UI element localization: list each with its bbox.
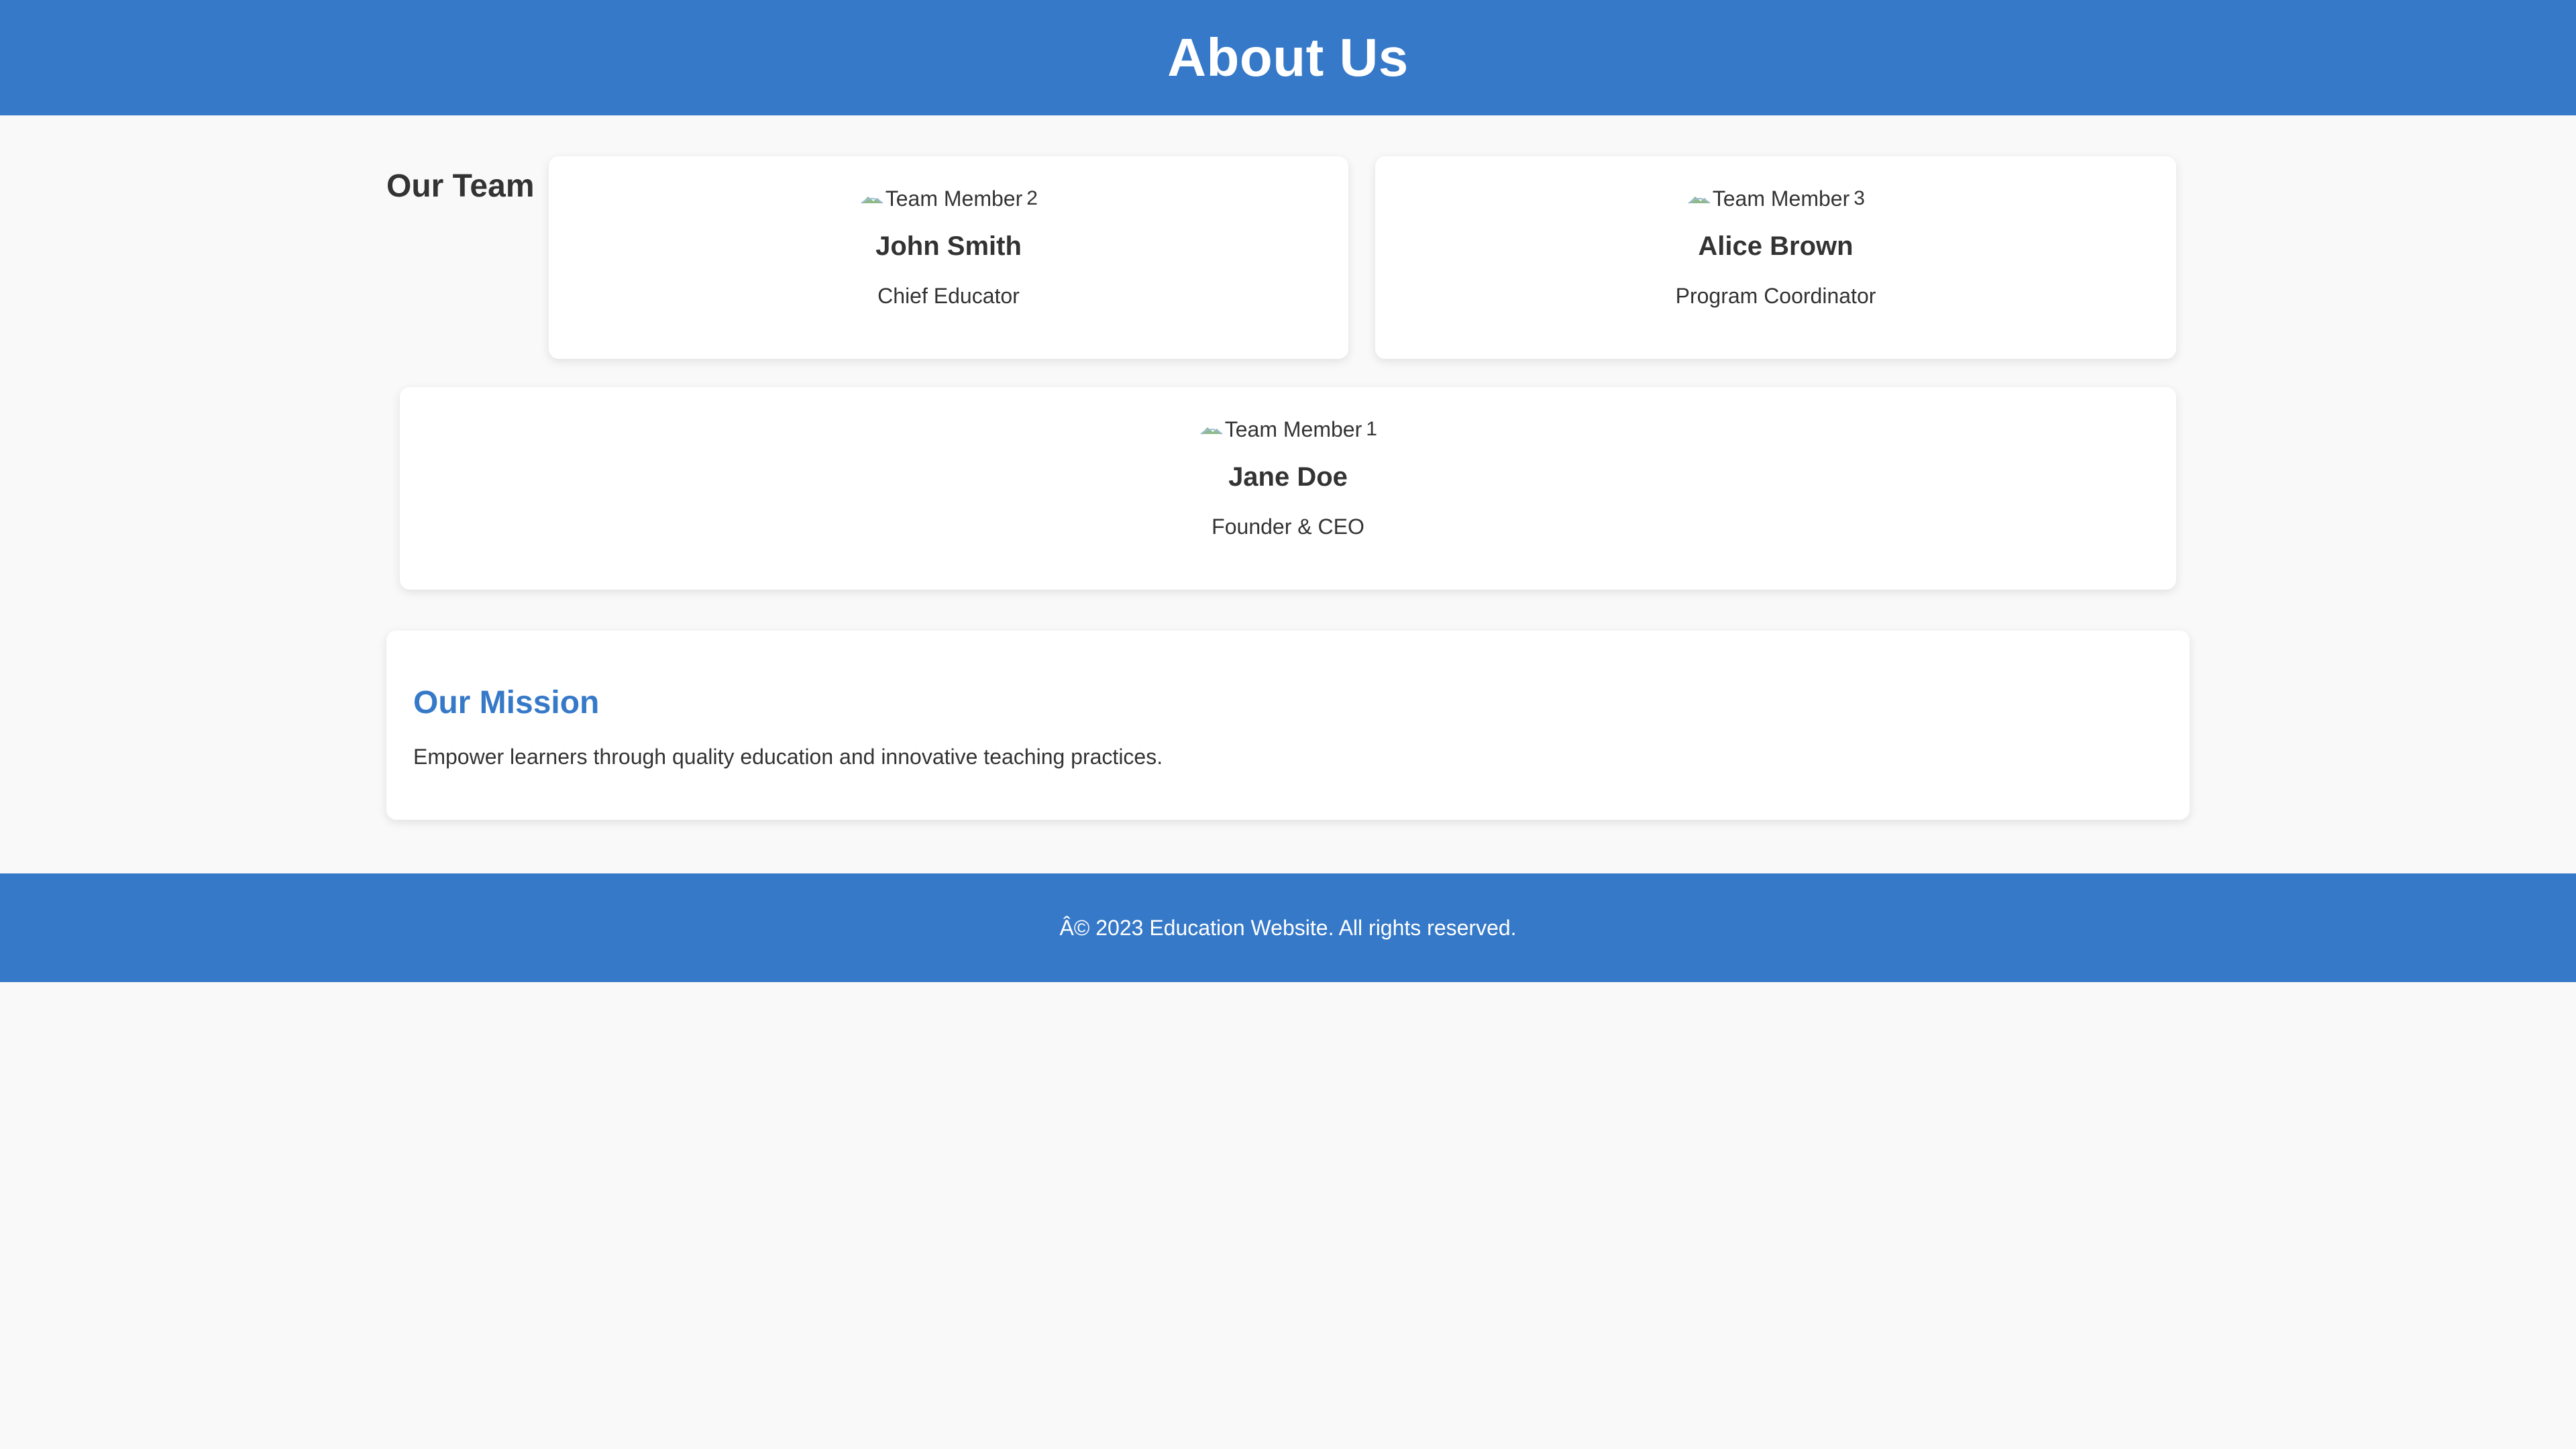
team-member-name: Alice Brown [1698,231,1854,261]
team-member-role: Founder & CEO [1212,515,1364,539]
mission-text: Empower learners through quality educati… [413,745,1163,769]
mission-section: Our Mission Empower learners through qua… [386,631,2190,820]
team-member-photo-alt-tail: 2 [1026,189,1038,209]
team-member-card-jane-doe: Team Member 1 Jane Doe Founder & CEO [400,387,2176,590]
site-footer: Â© 2023 Education Website. All rights re… [0,873,2576,982]
team-member-name: John Smith [875,231,1022,261]
broken-image-icon [1687,191,1711,206]
mission-heading: Our Mission [413,685,600,720]
team-member-card-alice-brown: Team Member 3 Alice Brown Program Coordi… [1375,156,2176,359]
footer-copyright: Â© 2023 Education Website. All rights re… [1059,915,1517,940]
broken-image-icon [860,191,884,206]
team-member-card-john-smith: Team Member 2 John Smith Chief Educator [549,156,1348,359]
team-member-photo-alt-tail: 1 [1366,419,1377,439]
team-member-role: Chief Educator [877,284,1020,308]
team-member-photo-alt: Team Member [885,186,1023,211]
team-member-name: Jane Doe [1228,462,1348,492]
team-member-photo-alt: Team Member [1224,417,1362,441]
team-member-photo: Team Member 2 [549,182,1348,215]
broken-image-icon [1199,422,1224,437]
site-header: About Us [0,0,2576,115]
team-heading: Our Team [386,168,535,204]
team-member-photo: Team Member 3 [1375,182,2176,215]
team-member-photo-alt-tail: 3 [1854,189,1865,209]
page-title: About Us [1167,28,1409,87]
team-member-role: Program Coordinator [1675,284,1876,308]
team-member-photo-alt: Team Member [1712,186,1850,211]
team-member-photo: Team Member 1 [400,413,2176,446]
